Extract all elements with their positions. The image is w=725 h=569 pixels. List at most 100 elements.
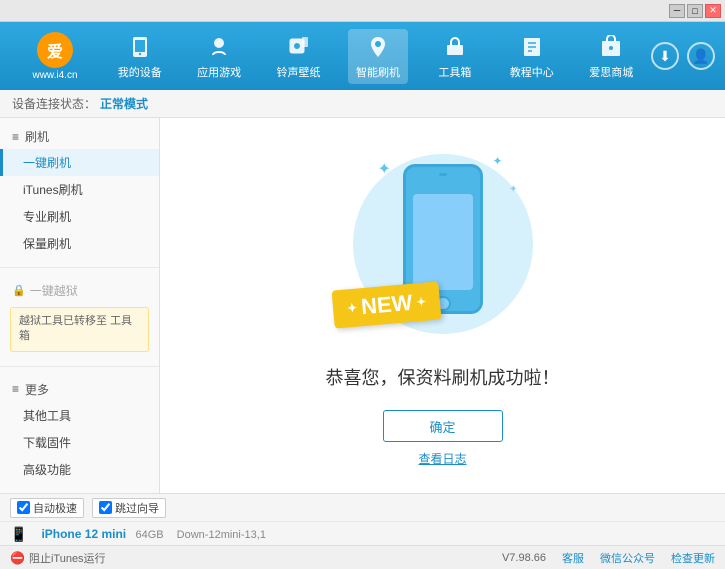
phone-illustration: ✦ ✦ ✦ NEW	[343, 144, 543, 344]
device-info-text: Down-12mini-13,1	[177, 529, 266, 541]
nav-label-apps-games: 应用游戏	[197, 64, 241, 80]
sidebar-divider-1	[0, 267, 159, 268]
phone-speaker	[439, 173, 447, 176]
footer-left: ⛔ 阻止iTunes运行	[10, 550, 106, 566]
top-nav: 爱 www.i4.cn 我的设备 应用游戏 铃声壁纸 智能刷机	[0, 22, 725, 90]
nav-label-tutorials: 教程中心	[510, 64, 554, 80]
auto-send-label: 自动极速	[33, 500, 77, 516]
save-flash-label: 保量刷机	[23, 237, 71, 251]
auto-send-check[interactable]	[17, 501, 30, 514]
apps-games-icon	[205, 33, 233, 61]
flash-section-label: 刷机	[25, 128, 49, 145]
ringtones-icon	[285, 33, 313, 61]
sidebar: ≡ 刷机 一键刷机 iTunes刷机 专业刷机 保量刷机 🔒 一键越狱	[0, 118, 160, 493]
device-name: iPhone 12 mini	[41, 527, 126, 541]
more-section-label: 更多	[25, 381, 49, 398]
wechat-link[interactable]: 微信公众号	[600, 550, 655, 566]
skip-wizard-checkbox[interactable]: 跳过向导	[92, 498, 166, 518]
sparkle-3: ✦	[509, 184, 517, 195]
sidebar-section-flash: ≡ 刷机 一键刷机 iTunes刷机 专业刷机 保量刷机	[0, 118, 159, 263]
device-icon: 📱	[10, 526, 27, 543]
jailbreak-notice: 越狱工具已转移至 工具箱	[10, 307, 149, 352]
status-label: 设备连接状态：	[12, 95, 96, 112]
smart-flash-icon	[364, 33, 392, 61]
auto-send-checkbox[interactable]: 自动极速	[10, 498, 84, 518]
sparkle-1: ✦	[378, 159, 391, 179]
more-section-icon: ≡	[12, 382, 19, 396]
version-text: V7.98.66	[502, 552, 546, 564]
new-badge-text: NEW	[360, 290, 413, 320]
checkbox-row: 自动极速 跳过向导	[0, 494, 725, 522]
nav-item-toolbox[interactable]: 工具箱	[427, 29, 482, 84]
footer-right: V7.98.66 客服 微信公众号 检查更新	[502, 550, 715, 566]
advanced-label: 高级功能	[23, 463, 71, 477]
sidebar-divider-2	[0, 366, 159, 367]
close-button[interactable]: ✕	[705, 4, 721, 18]
sidebar-item-download-firmware[interactable]: 下载固件	[0, 429, 159, 456]
lock-icon: 🔒	[12, 284, 26, 297]
nav-item-tutorials[interactable]: 教程中心	[502, 29, 562, 84]
pro-flash-label: 专业刷机	[23, 210, 71, 224]
jailbreak-section-label: 一键越狱	[30, 282, 78, 299]
sidebar-item-pro-flash[interactable]: 专业刷机	[0, 203, 159, 230]
sidebar-section-title-jailbreak: 🔒 一键越狱	[0, 278, 159, 303]
content-area: ✦ ✦ ✦ NEW 恭喜您，保资料刷机成功啦！ 确定 查看日志	[160, 118, 725, 493]
nav-item-ringtones[interactable]: 铃声壁纸	[269, 29, 329, 84]
nav-actions: ⬇ 👤	[651, 42, 715, 70]
toolbox-icon	[441, 33, 469, 61]
skip-wizard-label: 跳过向导	[115, 500, 159, 516]
sparkle-2: ✦	[492, 154, 502, 168]
logo: 爱 www.i4.cn	[10, 32, 100, 81]
other-tools-label: 其他工具	[23, 409, 71, 423]
sidebar-item-save-flash[interactable]: 保量刷机	[0, 230, 159, 257]
nav-item-my-device[interactable]: 我的设备	[110, 29, 170, 84]
title-bar: － □ ✕	[0, 0, 725, 22]
one-click-flash-label: 一键刷机	[23, 156, 71, 170]
download-firmware-label: 下载固件	[23, 436, 71, 450]
goto-daily-link[interactable]: 查看日志	[418, 450, 466, 467]
block-itunes-icon: ⛔	[10, 551, 25, 565]
minimize-button[interactable]: －	[669, 4, 685, 18]
sidebar-item-advanced[interactable]: 高级功能	[0, 456, 159, 483]
sidebar-item-other-tools[interactable]: 其他工具	[0, 402, 159, 429]
sidebar-item-itunes-flash[interactable]: iTunes刷机	[0, 176, 159, 203]
logo-char: 爱	[47, 38, 63, 62]
sidebar-item-one-click-flash[interactable]: 一键刷机	[0, 149, 159, 176]
customer-service-link[interactable]: 客服	[562, 550, 584, 566]
tutorials-icon	[518, 33, 546, 61]
nav-label-my-device: 我的设备	[118, 64, 162, 80]
skip-wizard-check[interactable]	[99, 501, 112, 514]
user-button[interactable]: 👤	[687, 42, 715, 70]
sidebar-section-jailbreak: 🔒 一键越狱 越狱工具已转移至 工具箱	[0, 272, 159, 362]
device-info: iPhone 12 mini 64GB Down-12mini-13,1	[41, 527, 715, 541]
app-store-icon	[597, 33, 625, 61]
success-text: 恭喜您，保资料刷机成功啦！	[326, 364, 560, 390]
status-bar: 设备连接状态： 正常模式	[0, 90, 725, 118]
download-button[interactable]: ⬇	[651, 42, 679, 70]
my-device-icon	[126, 33, 154, 61]
sidebar-section-title-flash: ≡ 刷机	[0, 124, 159, 149]
block-itunes-text: 阻止iTunes运行	[29, 550, 106, 566]
status-value: 正常模式	[100, 95, 148, 112]
main-container: ≡ 刷机 一键刷机 iTunes刷机 专业刷机 保量刷机 🔒 一键越狱	[0, 118, 725, 493]
status-footer: ⛔ 阻止iTunes运行 V7.98.66 客服 微信公众号 检查更新	[0, 545, 725, 569]
nav-label-app-store: 爱思商城	[589, 64, 633, 80]
nav-label-ringtones: 铃声壁纸	[277, 64, 321, 80]
logo-icon: 爱	[37, 32, 73, 68]
nav-item-app-store[interactable]: 爱思商城	[581, 29, 641, 84]
jailbreak-notice-text: 越狱工具已转移至 工具箱	[19, 315, 132, 342]
sidebar-section-more: ≡ 更多 其他工具 下载固件 高级功能	[0, 371, 159, 489]
flash-section-icon: ≡	[12, 130, 19, 144]
nav-item-smart-flash[interactable]: 智能刷机	[348, 29, 408, 84]
check-update-link[interactable]: 检查更新	[671, 550, 715, 566]
device-row: 📱 iPhone 12 mini 64GB Down-12mini-13,1	[0, 522, 725, 546]
itunes-flash-label: iTunes刷机	[23, 183, 83, 197]
maximize-button[interactable]: □	[687, 4, 703, 18]
confirm-button[interactable]: 确定	[383, 410, 503, 442]
nav-label-smart-flash: 智能刷机	[356, 64, 400, 80]
phone-screen	[413, 194, 473, 290]
nav-item-apps-games[interactable]: 应用游戏	[189, 29, 249, 84]
sidebar-section-title-more: ≡ 更多	[0, 377, 159, 402]
device-info-value: Down-12mini-13,1	[177, 529, 266, 541]
nav-items: 我的设备 应用游戏 铃声壁纸 智能刷机 工具箱	[100, 29, 651, 84]
